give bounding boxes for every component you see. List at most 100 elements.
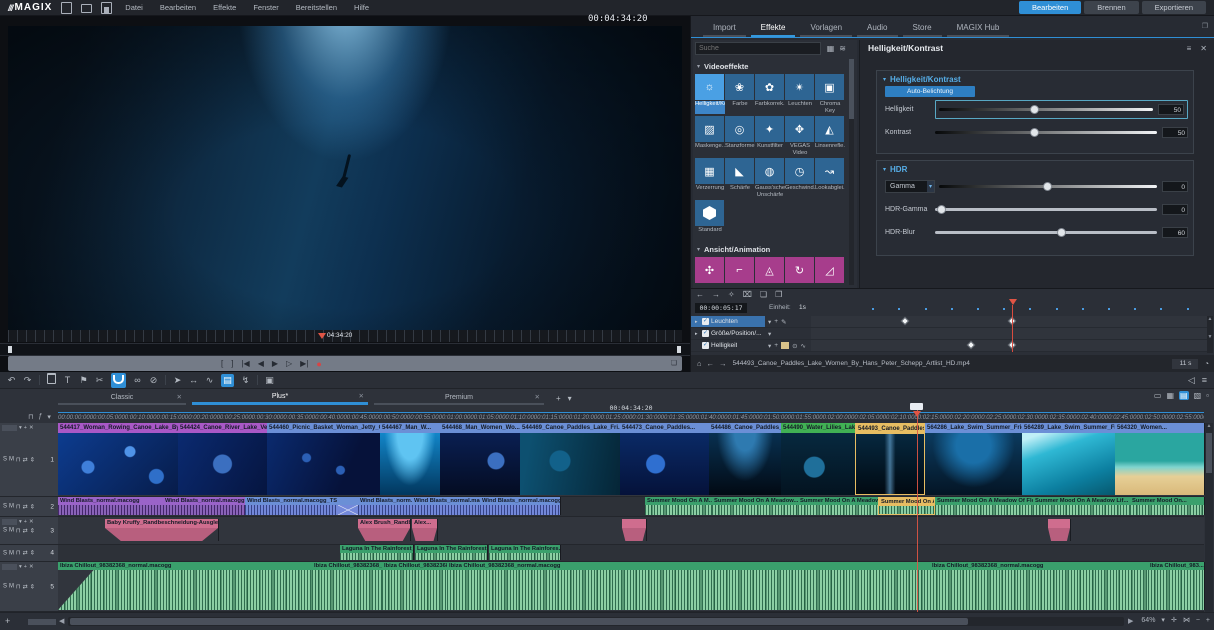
clip-ibiza-chillout-98382368-n[interactable]: Ibiza Chillout_98382368_n... bbox=[382, 562, 448, 610]
track-4-resize-icon[interactable]: ⇕ bbox=[30, 550, 35, 557]
keyframe-row-groesse-position-dropdown-button[interactable]: ▾ bbox=[768, 330, 771, 338]
clip-544493-canoe-paddles[interactable]: 544493_Canoe_Paddles_... bbox=[855, 423, 925, 495]
preview-mode-icon[interactable]: ▭ bbox=[1154, 391, 1162, 400]
gamma-value[interactable]: 0 bbox=[1162, 181, 1188, 192]
keyframe-row-helligkeit-eye-button[interactable]: ⊙ bbox=[792, 342, 797, 350]
track-1-menu-caret[interactable]: ▾ bbox=[19, 425, 22, 431]
keyframe-row-leuchten-dropdown-button[interactable]: ▾ bbox=[768, 318, 771, 326]
timeline-playhead[interactable] bbox=[917, 405, 918, 612]
hdr-gamma-slider-thumb[interactable] bbox=[937, 205, 946, 214]
track-2-mute-button[interactable]: M bbox=[9, 504, 14, 510]
clip-untitled[interactable] bbox=[622, 519, 647, 541]
hscroll-thumb[interactable] bbox=[70, 618, 968, 625]
preview-ruler[interactable]: 04:34:20 bbox=[8, 330, 682, 342]
clip-wind-blasts-normal-macogg[interactable]: Wind Blasts_normal.macogg bbox=[480, 497, 561, 515]
clip-wind-blasts-normal-macogg[interactable]: Wind Blasts_normal.macogg bbox=[163, 497, 246, 515]
zoom-range-icon[interactable]: ⋈ bbox=[1183, 616, 1190, 624]
next-frame-button[interactable]: ▷ bbox=[286, 359, 292, 368]
tab-magix-hub[interactable]: MAGIX Hub bbox=[947, 21, 1010, 37]
mixer-icon[interactable]: ≡ bbox=[1202, 375, 1207, 386]
prev-keyframe-button[interactable]: ← bbox=[696, 290, 704, 299]
hdr-blur-slider[interactable] bbox=[935, 231, 1157, 234]
effect-linsenreflexe[interactable]: ◭Linsenrefle... bbox=[815, 116, 845, 156]
title-icon[interactable]: T bbox=[63, 374, 72, 387]
clip-ibiza-chillout-98382368-nor[interactable]: Ibiza Chillout_98382368_nor... bbox=[312, 562, 383, 610]
timeline-mode-icon[interactable]: ▤ bbox=[1179, 391, 1189, 400]
keyframe-row-helligkeit-dropdown-button[interactable]: ▾ bbox=[768, 342, 771, 350]
auto-belichtung-button[interactable]: Auto-Belichtung bbox=[885, 86, 975, 97]
track-3-swap-icon[interactable]: ⇄ bbox=[23, 527, 28, 534]
track-1-lock-icon[interactable]: ⊓ bbox=[16, 456, 21, 463]
undo-icon[interactable]: ↶ bbox=[7, 374, 16, 387]
grid-view-icon[interactable]: ▦ bbox=[827, 44, 835, 53]
keyframe-row-leuchten-pen-button[interactable]: ✎ bbox=[781, 318, 786, 326]
mode-button-bearbeiten[interactable]: Bearbeiten bbox=[1019, 1, 1081, 14]
new-project-icon[interactable] bbox=[61, 2, 72, 14]
animation-ausschnitt-tile[interactable]: ⌐ bbox=[725, 257, 755, 284]
track-1-add-button[interactable]: + bbox=[24, 425, 27, 431]
clip-544490-water-lilies-lake-li[interactable]: 544490_Water_Lilies_Lake_Li... bbox=[781, 423, 856, 495]
track-2-resize-icon[interactable]: ⇕ bbox=[30, 503, 35, 510]
clip-544424-canoe-river-lake-veg[interactable]: 544424_Canoe_River_Lake_Veg... bbox=[178, 423, 268, 495]
clip-untitled[interactable] bbox=[338, 497, 359, 515]
effect-geschwindigkeit[interactable]: ◷Geschwind... bbox=[785, 158, 815, 198]
object-mode-icon[interactable]: ▤ bbox=[221, 374, 234, 387]
menu-hilfe[interactable]: Hilfe bbox=[350, 1, 373, 14]
group-icon[interactable]: ∞ bbox=[133, 374, 142, 387]
helligkeit-value[interactable]: 50 bbox=[1158, 104, 1184, 115]
add-track-button[interactable]: + bbox=[5, 616, 10, 626]
scroll-left-button[interactable]: ◀ bbox=[59, 617, 64, 625]
clip-544486-canoe-paddles-lak[interactable]: 544486_Canoe_Paddles_Lak... bbox=[709, 423, 782, 495]
range-end-button[interactable]: ] bbox=[231, 359, 233, 368]
clip-544460-picnic-basket-woman-jetty-car[interactable]: 544460_Picnic_Basket_Woman_Jetty_Car bbox=[267, 423, 381, 495]
keyframe-row-leuchten[interactable]: ▸✓Leuchten▾+✎ bbox=[691, 316, 1207, 328]
group-header-helligkeit-kontrast[interactable]: ▾Helligkeit/Kontrast bbox=[877, 71, 1193, 85]
keyframe-row-leuchten-add-button[interactable]: + bbox=[774, 318, 778, 325]
track-3-lock-icon[interactable]: ⊓ bbox=[16, 527, 21, 534]
loop-icon[interactable]: ◔ bbox=[1204, 359, 1209, 368]
effect-farbe[interactable]: ❀Farbe bbox=[725, 74, 755, 114]
clip-wind-blasts-norm[interactable]: Wind Blasts_norm... bbox=[358, 497, 413, 515]
clip-wind-blasts-normal-macogg[interactable]: Wind Blasts_normal.macogg bbox=[412, 497, 481, 515]
filter-view-icon[interactable]: ≋ bbox=[839, 44, 846, 53]
effects-scrollbar[interactable] bbox=[849, 59, 854, 285]
track-fx-icon[interactable]: ƒ bbox=[38, 413, 42, 421]
copy-keyframe-button[interactable]: ❏ bbox=[760, 290, 767, 299]
track-5-resize-icon[interactable]: ⇕ bbox=[30, 583, 35, 590]
keyframe-playhead[interactable] bbox=[1012, 305, 1013, 352]
effect-gausssche-unschaerfe[interactable]: ◍Gauss'sche Unschärfe bbox=[755, 158, 785, 198]
animation-kamerafahrt-tile[interactable]: ◬ bbox=[755, 257, 785, 284]
track-1-preset-box[interactable] bbox=[2, 425, 17, 431]
menu-fenster[interactable]: Fenster bbox=[249, 1, 282, 14]
track-5-solo-button[interactable]: S bbox=[3, 584, 7, 590]
keyframe-row-helligkeit-color-swatch[interactable] bbox=[781, 342, 789, 349]
automation-icon[interactable]: ↯ bbox=[241, 374, 250, 387]
preview-playhead-marker[interactable]: 04:34:20 bbox=[318, 332, 352, 339]
storyboard-mode-icon[interactable]: ▦ bbox=[1166, 391, 1174, 400]
menu-effekte[interactable]: Effekte bbox=[209, 1, 240, 14]
clip-544417-woman-rowing-canoe-lake-by-h[interactable]: 544417_Woman_Rowing_Canoe_Lake_By_H... bbox=[58, 423, 179, 495]
track-4-mute-button[interactable]: M bbox=[9, 550, 14, 556]
clip-summer-mood-on[interactable]: Summer Mood On... bbox=[1130, 497, 1205, 515]
tab-effekte[interactable]: Effekte bbox=[751, 21, 796, 37]
keyframe-row-helligkeit-checkbox[interactable]: ✓ bbox=[702, 342, 709, 349]
tab-import[interactable]: Import bbox=[703, 21, 746, 37]
track-1-resize-icon[interactable]: ⇕ bbox=[30, 456, 35, 463]
effect-stanzformen[interactable]: ◎Stanzformen bbox=[725, 116, 755, 156]
track-2-swap-icon[interactable]: ⇄ bbox=[23, 503, 28, 510]
keyframe-diamond[interactable] bbox=[901, 317, 909, 325]
keyframe-row-leuchten-checkbox[interactable]: ✓ bbox=[702, 318, 709, 325]
save-project-icon[interactable] bbox=[101, 2, 112, 14]
delete-icon[interactable] bbox=[47, 373, 56, 388]
timeline-hscrollbar[interactable] bbox=[68, 617, 1124, 626]
keyframe-timecode[interactable]: 00:00:05:17 bbox=[695, 303, 747, 313]
track-4-lock-icon[interactable]: ⊓ bbox=[16, 550, 21, 557]
track-5-swap-icon[interactable]: ⇄ bbox=[23, 583, 28, 590]
project-tab-classic[interactable]: Classic✕ bbox=[58, 391, 186, 405]
track-5-lock-icon[interactable]: ⊓ bbox=[16, 583, 21, 590]
add-project-tab-button[interactable]: + bbox=[556, 394, 561, 403]
clip-alex-brush-randb[interactable]: Alex Brush_Randb... bbox=[358, 519, 411, 541]
clip-summer-mood-on-a-me[interactable]: Summer Mood On A Me... bbox=[878, 497, 935, 515]
track-3-solo-button[interactable]: S bbox=[3, 528, 7, 534]
record-button[interactable]: ● bbox=[316, 359, 321, 369]
